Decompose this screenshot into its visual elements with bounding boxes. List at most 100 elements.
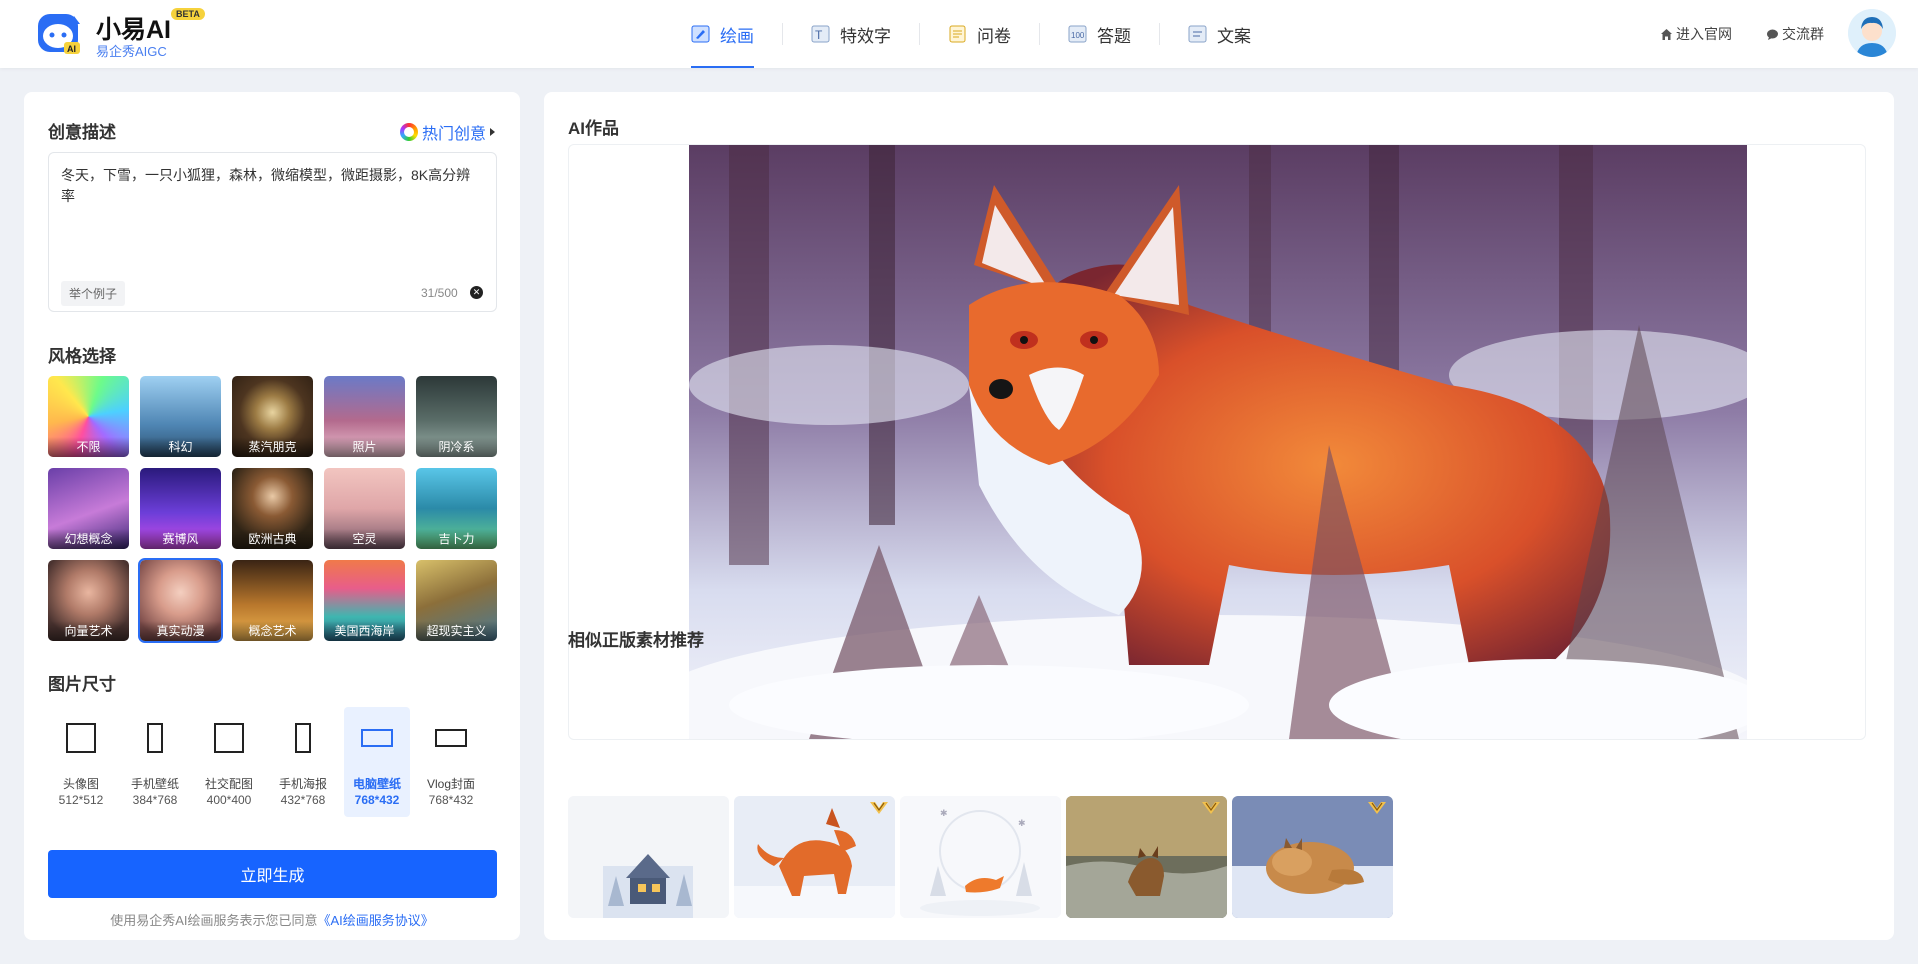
size-dimensions: 768*432 bbox=[354, 793, 400, 807]
artwork-frame bbox=[568, 144, 1866, 740]
size-option-selected[interactable]: 电脑壁纸 768*432 bbox=[344, 707, 410, 817]
style-tile-selected[interactable]: 真实动漫 bbox=[138, 558, 223, 643]
svg-text:T: T bbox=[815, 28, 823, 42]
size-name: 社交配图 bbox=[204, 777, 253, 791]
style-tile[interactable]: 吉卜力 bbox=[416, 468, 497, 549]
style-tile[interactable]: 向量艺术 bbox=[48, 560, 129, 641]
style-label: 美国西海岸 bbox=[324, 621, 405, 641]
nav-tab-label: 问卷 bbox=[977, 26, 1011, 46]
nav-divider bbox=[1039, 23, 1040, 45]
logo-icon[interactable]: AI bbox=[36, 10, 84, 58]
recommend-item[interactable] bbox=[1232, 796, 1393, 918]
size-option[interactable]: 社交配图 400*400 bbox=[196, 707, 262, 817]
style-label: 吉卜力 bbox=[416, 529, 497, 549]
size-name: Vlog封面 bbox=[426, 777, 476, 791]
clear-icon[interactable]: ✕ bbox=[470, 286, 483, 299]
size-option[interactable]: 头像图 512*512 bbox=[48, 707, 114, 817]
style-tile[interactable]: 科幻 bbox=[140, 376, 221, 457]
left-settings-panel: 创意描述 热门创意 冬天，下雪，一只小狐狸，森林，微缩模型，微距摄影，8K高分辨… bbox=[24, 92, 520, 940]
text-effect-icon: T bbox=[811, 25, 830, 43]
nav-tab-quiz[interactable]: 100 答题 bbox=[1058, 0, 1141, 68]
style-label: 空灵 bbox=[324, 529, 405, 549]
top-header: AI 小易AI BETA 易企秀AIGC 绘画 T 特效字 问卷 100 答题 … bbox=[0, 0, 1918, 68]
nav-tab-copywriting[interactable]: 文案 bbox=[1178, 0, 1261, 68]
chat-icon bbox=[1767, 29, 1778, 40]
style-label: 蒸汽朋克 bbox=[232, 437, 313, 457]
style-tile[interactable]: 空灵 bbox=[324, 468, 405, 549]
size-options: 头像图 512*512 手机壁纸 384*768 社交配图 400*400 手机… bbox=[48, 707, 500, 817]
agreement-text: 使用易企秀AI绘画服务表示您已同意 bbox=[110, 913, 318, 928]
landscape-shape-icon bbox=[435, 729, 467, 747]
style-tile[interactable]: 欧洲古典 bbox=[232, 468, 313, 549]
user-avatar[interactable] bbox=[1848, 9, 1896, 57]
hot-ideas-label: 热门创意 bbox=[422, 126, 487, 143]
community-group-label: 交流群 bbox=[1782, 26, 1824, 42]
brand-subtitle: 易企秀AIGC bbox=[96, 44, 167, 59]
style-section-title: 风格选择 bbox=[48, 347, 116, 366]
style-label: 向量艺术 bbox=[48, 621, 129, 641]
agreement-notice: 使用易企秀AI绘画服务表示您已同意《AI绘画服务协议》 bbox=[24, 910, 520, 929]
style-tile[interactable]: 蒸汽朋克 bbox=[232, 376, 313, 457]
size-option[interactable]: 手机海报 432*768 bbox=[270, 707, 336, 817]
survey-icon bbox=[949, 25, 966, 43]
size-dimensions: 432*768 bbox=[280, 793, 326, 807]
style-tile[interactable]: 概念艺术 bbox=[232, 560, 313, 641]
size-dimensions: 512*512 bbox=[58, 793, 104, 807]
size-name: 手机海报 bbox=[278, 777, 327, 791]
nav-divider bbox=[782, 23, 783, 45]
example-button[interactable]: 举个例子 bbox=[61, 281, 126, 306]
style-label: 真实动漫 bbox=[140, 621, 221, 641]
nav-tab-label: 文案 bbox=[1217, 26, 1251, 46]
official-site-link[interactable]: 进入官网 bbox=[1660, 24, 1732, 44]
svg-text:✱: ✱ bbox=[1018, 818, 1026, 828]
style-label: 赛博风 bbox=[140, 529, 221, 549]
service-agreement-link[interactable]: 《AI绘画服务协议》 bbox=[318, 913, 434, 928]
copywriting-icon bbox=[1188, 25, 1207, 43]
style-label: 欧洲古典 bbox=[232, 529, 313, 549]
nav-tab-survey[interactable]: 问卷 bbox=[938, 0, 1021, 68]
community-group-link[interactable]: 交流群 bbox=[1766, 24, 1824, 44]
generated-artwork[interactable] bbox=[689, 145, 1747, 739]
color-ring-icon bbox=[400, 123, 418, 141]
size-name: 头像图 bbox=[62, 777, 99, 791]
landscape-shape-icon bbox=[361, 729, 393, 747]
avatar-icon bbox=[1848, 9, 1896, 57]
prompt-section-title: 创意描述 bbox=[48, 123, 116, 142]
caret-right-icon bbox=[490, 128, 496, 136]
prompt-text[interactable]: 冬天，下雪，一只小狐狸，森林，微缩模型，微距摄影，8K高分辨率 bbox=[61, 165, 481, 207]
svg-text:AI: AI bbox=[67, 44, 76, 54]
style-tile[interactable]: 幻想概念 bbox=[48, 468, 129, 549]
svg-text:100: 100 bbox=[1071, 31, 1085, 40]
square-shape-icon bbox=[214, 723, 244, 753]
style-tile[interactable]: 不限 bbox=[48, 376, 129, 457]
recommend-item[interactable] bbox=[1066, 796, 1227, 918]
recommend-item[interactable]: ✱ ✱ bbox=[900, 796, 1061, 918]
generate-button[interactable]: 立即生成 bbox=[48, 850, 497, 898]
style-tile[interactable]: 照片 bbox=[324, 376, 405, 457]
result-title: AI作品 bbox=[568, 119, 619, 138]
style-label: 超现实主义 bbox=[416, 621, 497, 641]
style-tile[interactable]: 美国西海岸 bbox=[324, 560, 405, 641]
style-label: 幻想概念 bbox=[48, 529, 129, 549]
recommend-item[interactable] bbox=[568, 796, 729, 918]
beta-badge: BETA bbox=[171, 8, 205, 20]
nav-tab-label: 答题 bbox=[1097, 26, 1131, 46]
style-tile[interactable]: 赛博风 bbox=[140, 468, 221, 549]
vip-crown-icon bbox=[1368, 802, 1386, 814]
prompt-textarea[interactable]: 冬天，下雪，一只小狐狸，森林，微缩模型，微距摄影，8K高分辨率 举个例子 31/… bbox=[48, 152, 497, 312]
vip-crown-icon bbox=[1202, 802, 1220, 814]
style-tile[interactable]: 超现实主义 bbox=[416, 560, 497, 641]
hot-ideas-link[interactable]: 热门创意 bbox=[400, 120, 496, 144]
style-label: 概念艺术 bbox=[232, 621, 313, 641]
portrait-shape-icon bbox=[147, 723, 163, 753]
nav-tab-label: 特效字 bbox=[840, 26, 891, 46]
size-option[interactable]: Vlog封面 768*432 bbox=[418, 707, 484, 817]
home-icon bbox=[1661, 28, 1672, 40]
nav-tab-paint[interactable]: 绘画 bbox=[681, 0, 764, 68]
nav-tab-text-effect[interactable]: T 特效字 bbox=[801, 0, 901, 68]
recommend-item[interactable] bbox=[734, 796, 895, 918]
size-option[interactable]: 手机壁纸 384*768 bbox=[122, 707, 188, 817]
style-tile[interactable]: 阴冷系 bbox=[416, 376, 497, 457]
paint-icon bbox=[691, 25, 710, 43]
size-name: 手机壁纸 bbox=[130, 777, 179, 791]
